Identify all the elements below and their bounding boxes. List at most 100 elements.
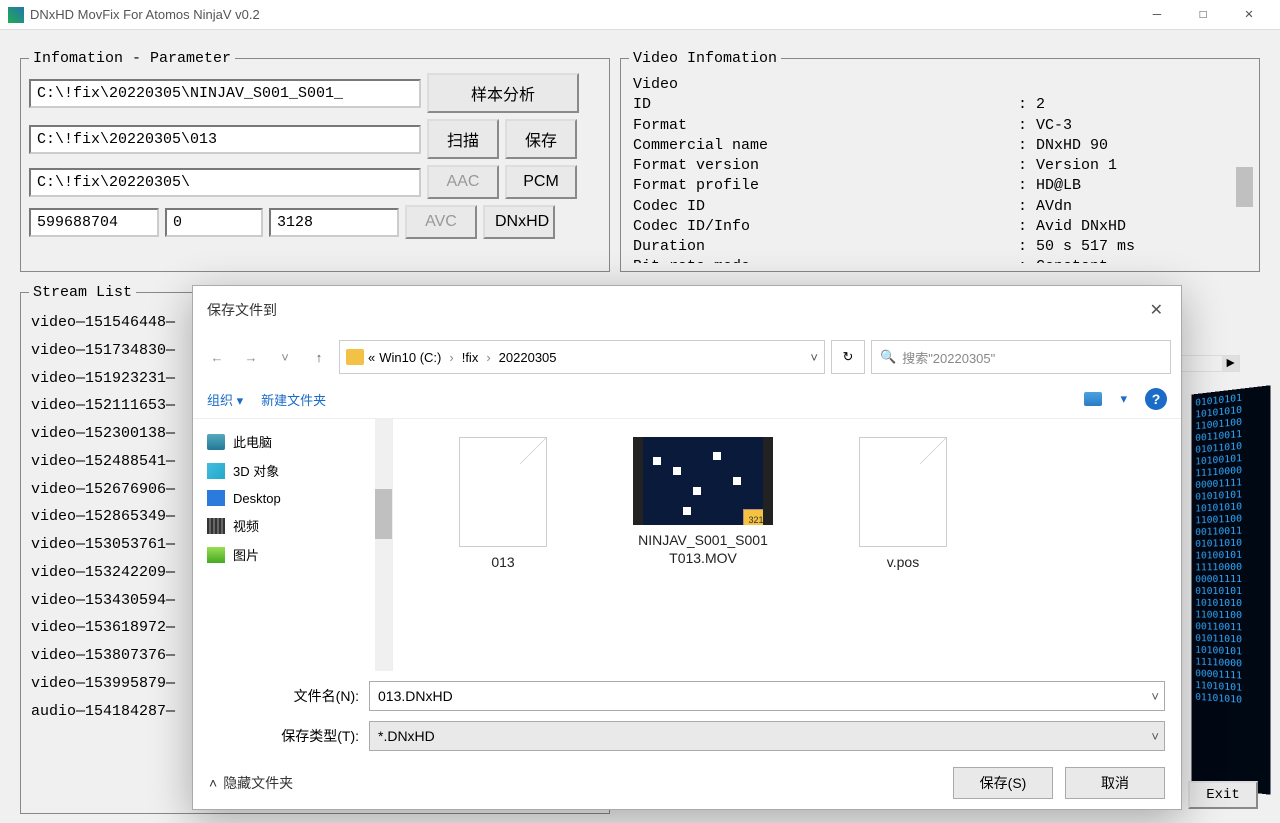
num2-input[interactable] [165,208,263,237]
chevron-down-icon[interactable]: ▾ [1120,391,1127,407]
chevron-down-icon[interactable]: ˅ [810,350,818,365]
titlebar: DNxHD MovFix For Atomos NinjaV v0.2 — ☐ … [0,0,1280,30]
filetype-select[interactable] [369,721,1165,751]
num3-input[interactable] [269,208,399,237]
source-path-input[interactable] [29,79,421,108]
dialog-title: 保存文件到 [207,300,1146,320]
video-file-icon: 321 [633,437,773,525]
video-icon [207,518,225,534]
dialog-save-button[interactable]: 保存(S) [953,767,1053,799]
chevron-up-icon: ˄ [209,775,217,791]
aac-button[interactable]: AAC [427,165,499,199]
avc-button[interactable]: AVC [405,205,477,239]
exit-button[interactable]: Exit [1188,781,1258,809]
sidebar-item[interactable]: 视频 [193,511,392,540]
sidebar-item[interactable]: 图片 [193,540,392,569]
file-list-area[interactable]: 013 321 NINJAV_S001_S001 T013.MOV v.pos [393,419,1181,671]
desktop-icon [207,490,225,506]
file-icon [459,437,547,547]
output-dir-input[interactable] [29,168,421,197]
hide-folders-toggle[interactable]: ˄ 隐藏文件夹 [209,773,293,793]
breadcrumb-drive[interactable]: Win10 (C:) [379,350,441,365]
view-mode-icon[interactable] [1084,392,1102,406]
sidebar-item[interactable]: 3D 对象 [193,456,392,485]
breadcrumb-seg1[interactable]: !fix [462,350,479,365]
nav-forward-icon[interactable]: → [237,343,265,371]
analyze-button[interactable]: 样本分析 [427,73,579,113]
computer-icon [207,434,225,450]
nav-up-icon[interactable]: ↑ [305,343,333,371]
pic-icon [207,547,225,563]
chevron-right-icon: › [445,350,457,365]
vi-val: : 50 s 517 ms [1018,237,1135,257]
sidebar-item[interactable]: 此电脑 [193,427,392,456]
new-folder-button[interactable]: 新建文件夹 [261,390,326,409]
vi-val: : HD@LB [1018,176,1081,196]
breadcrumb[interactable]: « Win10 (C:) › !fix › 20220305 ˅ [339,340,825,374]
vi-key: Bit rate mode [633,257,1018,263]
organize-menu[interactable]: 组织 ▾ [207,390,243,409]
refresh-button[interactable]: ↻ [831,340,865,374]
video-info-legend: Video Infomation [629,50,781,67]
dnxhd-button[interactable]: DNxHD [483,205,555,239]
nav-recent-icon[interactable]: ˅ [271,343,299,371]
vi-key: Duration [633,237,1018,257]
file-label: 013 [491,553,514,571]
window-title: DNxHD MovFix For Atomos NinjaV v0.2 [30,7,1134,22]
vi-val: : AVdn [1018,197,1072,217]
info-param-legend: Infomation - Parameter [29,50,235,67]
binary-visual-panel: 0101010110101010110011000011001101011010… [1191,385,1270,794]
chevron-down-icon[interactable]: ˅ [1151,729,1159,744]
file-label: NINJAV_S001_S001 T013.MOV [623,531,783,567]
filename-label: 文件名(N): [209,686,359,706]
save-button[interactable]: 保存 [505,119,577,159]
vi-val: : DNxHD 90 [1018,136,1108,156]
vi-key: Codec ID/Info [633,217,1018,237]
vi-key: ID [633,95,1018,115]
sidebar-item[interactable]: Desktop [193,485,392,511]
app-icon [8,7,24,23]
filetype-label: 保存类型(T): [209,726,359,746]
scroll-right-icon[interactable]: ► [1222,356,1239,371]
target-path-input[interactable] [29,125,421,154]
search-input[interactable]: 🔍 搜索"20220305" [871,340,1171,374]
vi-key: Codec ID [633,197,1018,217]
video-info-scrollbar[interactable] [1236,87,1253,265]
help-icon[interactable]: ? [1145,388,1167,410]
file-label: v.pos [887,553,919,571]
num1-input[interactable] [29,208,159,237]
vi-val: : 2 [1018,95,1045,115]
vi-key: Commercial name [633,136,1018,156]
chevron-down-icon[interactable]: ˅ [1151,689,1159,704]
vi-key: Format [633,116,1018,136]
codec-badge-icon: 321 [743,509,769,525]
info-parameter-group: Infomation - Parameter 样本分析 扫描 保存 AAC PC… [20,50,610,272]
file-item[interactable]: v.pos [823,437,983,571]
scan-button[interactable]: 扫描 [427,119,499,159]
stream-list-legend: Stream List [29,284,136,301]
pcm-button[interactable]: PCM [505,165,577,199]
search-icon: 🔍 [880,349,896,365]
vi-key: Video [633,75,1018,95]
vi-key: Format profile [633,176,1018,196]
filename-input[interactable] [369,681,1165,711]
save-file-dialog: 保存文件到 ✕ ← → ˅ ↑ « Win10 (C:) › !fix › 20… [192,285,1182,810]
vi-key: Format version [633,156,1018,176]
close-button[interactable]: ✕ [1226,0,1272,30]
dialog-cancel-button[interactable]: 取消 [1065,767,1165,799]
dialog-close-icon[interactable]: ✕ [1146,296,1167,324]
file-item[interactable]: 321 NINJAV_S001_S001 T013.MOV [623,437,783,567]
vi-val: : Constant [1018,257,1108,263]
sidebar-scrollbar[interactable] [375,419,392,671]
maximize-button[interactable]: ☐ [1180,0,1226,30]
dialog-sidebar: 此电脑3D 对象Desktop视频图片 [193,419,393,671]
file-item[interactable]: 013 [423,437,583,571]
file-icon [859,437,947,547]
vi-val: : VC-3 [1018,116,1072,136]
breadcrumb-seg2[interactable]: 20220305 [499,350,557,365]
3d-icon [207,463,225,479]
video-info-group: Video Infomation VideoID: 2Format: VC-3C… [620,50,1260,272]
minimize-button[interactable]: — [1134,0,1180,30]
vi-val: : Version 1 [1018,156,1117,176]
nav-back-icon[interactable]: ← [203,343,231,371]
